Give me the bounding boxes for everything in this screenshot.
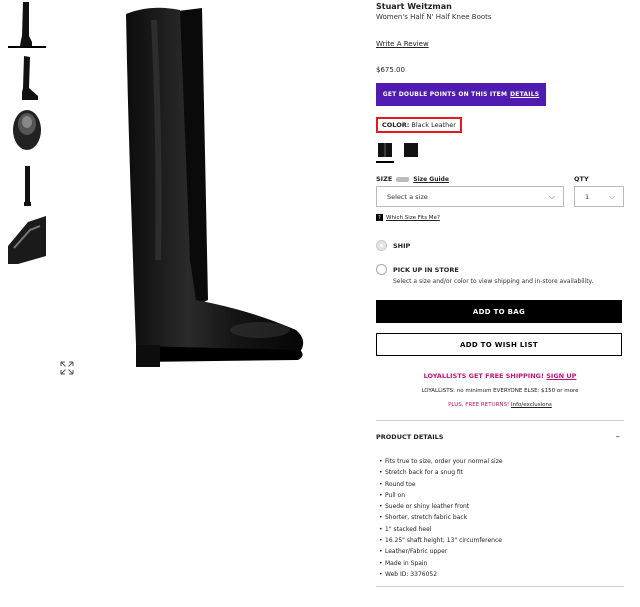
add-to-wishlist-button[interactable]: ADD TO WISH LIST — [376, 333, 622, 356]
expand-arrows-icon[interactable] — [60, 361, 74, 375]
list-item: Made in Spain — [379, 558, 624, 570]
thumbnail-5[interactable] — [8, 216, 46, 264]
product-info: Stuart Weitzman Women's Half N' Half Kne… — [376, 0, 624, 588]
thumbnail-3[interactable] — [8, 108, 46, 156]
free-returns-text: PLUS, FREE RETURNS! — [448, 402, 510, 408]
loyalty-terms: LOYALLISTS: no minimum EVERYONE ELSE: $1… — [421, 388, 579, 394]
swatch-black-leather[interactable] — [376, 141, 394, 163]
list-item: Web ID: 3376052 — [379, 569, 624, 581]
promo-text: GET DOUBLE POINTS ON THIS ITEM — [382, 91, 508, 98]
list-item: Leather/Fabric upper — [379, 546, 624, 558]
size-select[interactable]: Select a size ⌵ — [376, 186, 564, 207]
ship-label: SHIP — [393, 242, 411, 250]
thumbnail-2[interactable] — [8, 54, 46, 102]
color-label: COLOR: Black Leather — [376, 117, 462, 133]
list-item: Fits true to size, order your normal siz… — [379, 456, 624, 468]
ruler-icon — [396, 176, 410, 182]
chevron-down-icon: ⌵ — [548, 191, 555, 201]
swatch-black-suede[interactable] — [402, 141, 420, 159]
product-details-header[interactable]: PRODUCT DETAILS – — [376, 432, 624, 442]
chevron-down-icon: ⌵ — [608, 191, 615, 201]
pickup-label: PICK UP IN STORE — [393, 266, 459, 274]
pickup-description: Select a size and/or color to view shipp… — [393, 278, 594, 285]
loyalty-headline: LOYALLISTS GET FREE SHIPPING! SIGN UP — [376, 372, 624, 380]
write-review-link[interactable]: Write A Review — [376, 40, 429, 48]
product-details-list: Fits true to size, order your normal siz… — [376, 456, 624, 581]
price: $675.00 — [376, 66, 405, 74]
pickup-option[interactable]: PICK UP IN STORE Select a size and/or co… — [376, 264, 624, 286]
loyalty-section: LOYALLISTS GET FREE SHIPPING! SIGN UP LO… — [376, 372, 624, 408]
exclusions-link[interactable]: Info/exclusions — [511, 402, 552, 408]
divider — [376, 586, 624, 588]
which-size-fits-link[interactable]: ? Which Size Fits Me? — [376, 214, 564, 221]
product-title: Women's Half N' Half Knee Boots — [376, 13, 492, 21]
size-label-row: SIZE Size Guide — [376, 175, 564, 183]
thumbnail-1[interactable] — [8, 0, 46, 48]
loyalty-headline-text: LOYALLISTS GET FREE SHIPPING! — [423, 372, 544, 380]
list-item: Round toe — [379, 479, 624, 491]
list-item: 1" stacked heel — [379, 524, 624, 536]
color-value: Black Leather — [411, 121, 456, 129]
list-item: Pull on — [379, 490, 624, 502]
list-item: Shorter, stretch fabric back — [379, 512, 624, 524]
ship-option[interactable]: SHIP — [376, 240, 624, 251]
size-guide-link[interactable]: Size Guide — [413, 176, 449, 183]
size-select-value: Select a size — [387, 192, 428, 201]
size-label: SIZE — [376, 175, 393, 183]
collapse-icon[interactable]: – — [616, 432, 621, 442]
color-label-key: COLOR: — [382, 121, 410, 129]
promo-details-link[interactable]: DETAILS — [510, 91, 539, 98]
thumbnail-list — [8, 0, 48, 270]
thumbnail-4[interactable] — [8, 162, 46, 210]
brand-name[interactable]: Stuart Weitzman — [376, 2, 624, 11]
divider — [376, 420, 624, 421]
color-swatches — [376, 141, 624, 163]
list-item: Stretch back for a snug fit — [379, 467, 624, 479]
double-points-banner: GET DOUBLE POINTS ON THIS ITEM DETAILS — [376, 83, 546, 106]
qty-select-value: 1 — [585, 192, 590, 201]
pickup-radio[interactable] — [376, 264, 387, 275]
qty-select[interactable]: 1 ⌵ — [574, 186, 624, 207]
product-main-image — [126, 7, 304, 367]
free-returns-line: PLUS, FREE RETURNS! Info/exclusions — [376, 402, 624, 408]
question-icon: ? — [376, 214, 383, 221]
product-details-heading: PRODUCT DETAILS — [376, 433, 444, 441]
loyalty-signup-link[interactable]: SIGN UP — [546, 372, 576, 380]
add-to-bag-button[interactable]: ADD TO BAG — [376, 300, 622, 323]
list-item: 16.25" shaft height; 13" circumference — [379, 535, 624, 547]
list-item: Suede or shiny leather front — [379, 501, 624, 513]
size-qty-row: SIZE Size Guide Select a size ⌵ ? Which … — [376, 175, 624, 221]
qty-label: QTY — [574, 175, 589, 183]
fit-link-text[interactable]: Which Size Fits Me? — [386, 215, 440, 221]
ship-radio[interactable] — [376, 240, 387, 251]
